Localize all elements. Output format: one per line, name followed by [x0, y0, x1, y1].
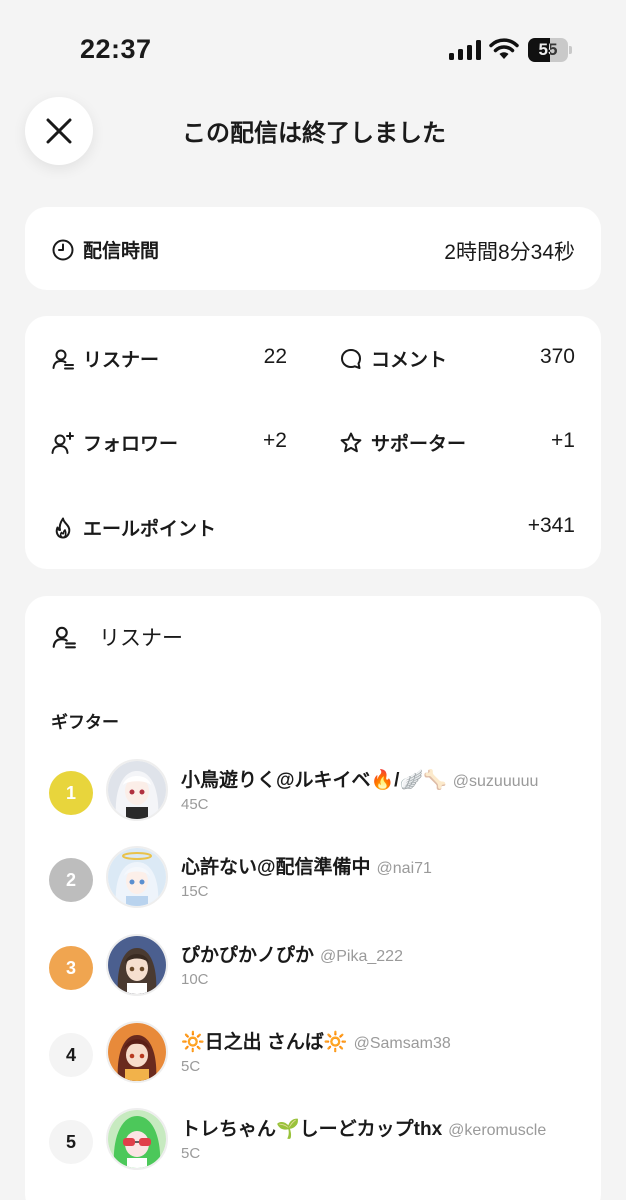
status-time: 22:37: [80, 34, 152, 64]
stat-followers: フォロワー: [51, 429, 178, 456]
gifter-handle: @keromuscle: [448, 1122, 547, 1139]
avatar[interactable]: [106, 1108, 168, 1170]
duration-label: 配信時間: [83, 241, 160, 262]
gifter-row[interactable]: 5 トレちゃん🌱しーどカップthx @keromuscle 5C: [49, 1108, 589, 1174]
gifter-name: 心許ない@配信準備中 @nai71: [181, 857, 432, 878]
stat-comments: コメント: [339, 345, 447, 372]
stat-followers-value: +2: [263, 429, 287, 452]
rank-badge: 2: [49, 858, 93, 902]
stat-comments-value: 370: [539, 345, 575, 368]
listener-icon: [52, 349, 74, 369]
gifter-row[interactable]: 2 心許ない@配信準備中 @nai71 15C: [49, 846, 589, 912]
avatar[interactable]: [106, 846, 168, 908]
duration-value: 2時間8分34秒: [444, 241, 575, 264]
gifter-coins: 45C: [181, 796, 209, 813]
rank-badge: 1: [49, 771, 93, 815]
stats-card: リスナー 22 コメント 370 フォロワー +2 サポーター +1 エールポイ…: [25, 316, 601, 569]
flame-icon: [55, 517, 71, 538]
gifter-row[interactable]: 4 🔆日之出 さんば🔆 @Samsam38 5C: [49, 1021, 589, 1087]
wifi-icon: [489, 38, 519, 59]
gifter-section-label: ギフター: [51, 713, 119, 732]
gifter-handle: @Pika_222: [320, 948, 403, 965]
listeners-title: リスナー: [99, 627, 183, 650]
stat-listeners: リスナー: [51, 345, 159, 372]
avatar[interactable]: [106, 934, 168, 996]
gifter-handle: @Samsam38: [353, 1035, 451, 1052]
listener-icon: [52, 626, 76, 649]
star-icon: [340, 432, 362, 452]
duration-card: 配信時間 2時間8分34秒: [25, 207, 601, 290]
clock-icon: [52, 239, 74, 260]
stat-yell-points: エールポイント: [51, 514, 216, 541]
gifter-handle: @nai71: [376, 860, 432, 877]
page-title: この配信は終了しました: [182, 120, 446, 147]
gifter-name: トレちゃん🌱しーどカップthx @keromuscle: [181, 1119, 547, 1140]
gifter-row[interactable]: 1 小鳥遊りく@ルキイベ🔥/🪽🦴 @suzuuuuu 45C: [49, 759, 589, 825]
battery-icon: 55: [528, 38, 572, 62]
gifter-handle: @suzuuuuu: [452, 773, 539, 790]
gifter-coins: 5C: [181, 1058, 201, 1075]
gifter-name: ぴかぴかノぴか @Pika_222: [181, 945, 403, 966]
battery-level: 55: [538, 40, 558, 59]
stat-supporters-label: サポーター: [371, 434, 467, 455]
gifter-coins: 10C: [181, 971, 209, 988]
stat-yell-points-value: +341: [527, 514, 575, 537]
gifter-name: 🔆日之出 さんば🔆 @Samsam38: [181, 1032, 451, 1053]
gifter-name: 小鳥遊りく@ルキイベ🔥/🪽🦴 @suzuuuuu: [181, 770, 539, 791]
cellular-signal-icon: [449, 40, 481, 60]
stat-comments-label: コメント: [371, 350, 448, 371]
stat-followers-label: フォロワー: [83, 434, 179, 455]
gifter-coins: 5C: [181, 1145, 201, 1162]
rank-badge: 3: [49, 946, 93, 990]
listeners-header: リスナー: [51, 622, 183, 652]
gifter-coins: 15C: [181, 883, 209, 900]
stat-yell-points-label: エールポイント: [83, 519, 217, 540]
stat-supporters-value: +1: [551, 429, 575, 452]
comment-icon: [341, 348, 361, 369]
rank-badge: 4: [49, 1033, 93, 1077]
avatar[interactable]: [106, 1021, 168, 1083]
rank-badge: 5: [49, 1120, 93, 1164]
stat-listeners-value: 22: [263, 345, 287, 368]
listeners-card: リスナー ギフター 1 小鳥遊りく@ルキイベ🔥/🪽🦴 @suzuuuuu 45C …: [25, 596, 601, 1200]
stat-supporters: サポーター: [339, 429, 466, 456]
avatar[interactable]: [106, 759, 168, 821]
stat-listeners-label: リスナー: [83, 350, 160, 371]
gifter-row[interactable]: 3 ぴかぴかノぴか @Pika_222 10C: [49, 934, 589, 1000]
add-follower-icon: [51, 431, 74, 454]
status-bar: 22:37 55: [0, 0, 626, 90]
